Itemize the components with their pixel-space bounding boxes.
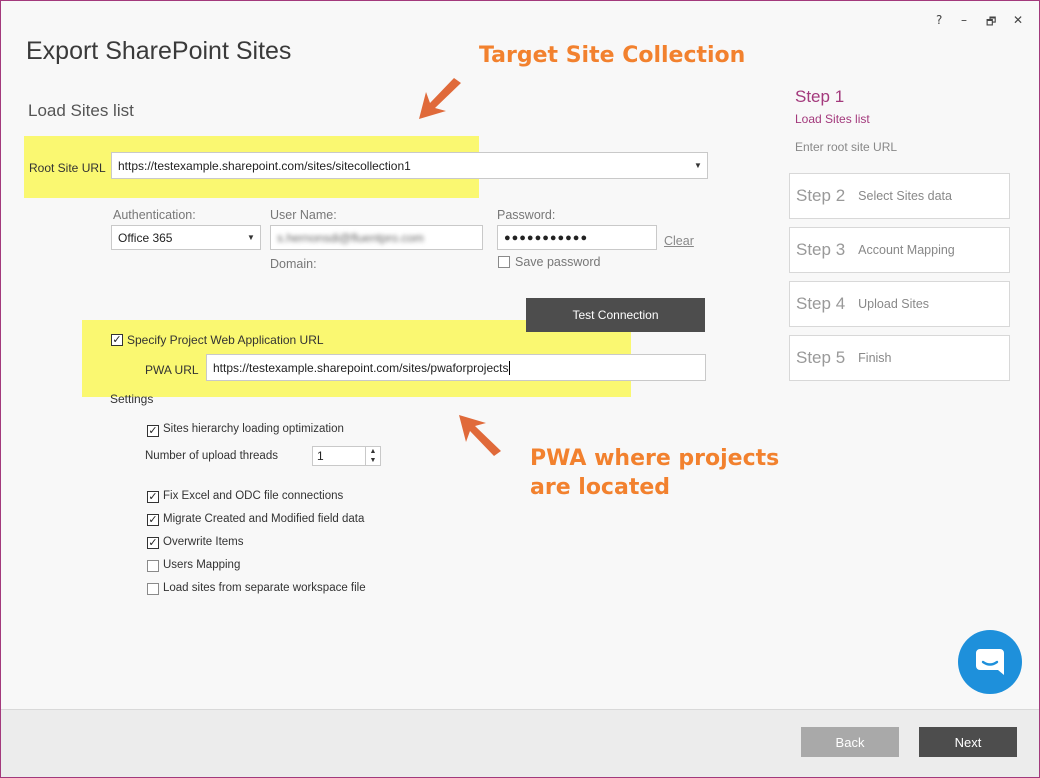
step-current-number: Step 1	[795, 87, 845, 106]
clear-link[interactable]: Clear	[664, 234, 694, 248]
annotation-arrow-up-left-icon	[459, 415, 501, 456]
restore-icon[interactable]: 🗗	[986, 13, 996, 32]
step-number: Step 2	[796, 186, 846, 205]
step-name: Upload Sites	[858, 297, 930, 311]
back-button[interactable]: Back	[801, 727, 899, 757]
hierarchy-opt-checkbox[interactable]: ✓	[147, 425, 159, 437]
next-button[interactable]: Next	[919, 727, 1017, 757]
load-workspace-checkbox[interactable]	[147, 583, 159, 595]
domain-label: Domain:	[270, 257, 317, 271]
pwa-checkbox-label: Specify Project Web Application URL	[127, 333, 324, 347]
overwrite-label: Overwrite Items	[163, 536, 244, 548]
threads-value: 1	[317, 449, 324, 463]
step-item-5[interactable]: Step 5 Finish	[789, 335, 1010, 381]
text-caret	[509, 360, 511, 375]
chevron-down-icon[interactable]: ▼	[242, 226, 260, 249]
save-password-label: Save password	[515, 255, 601, 269]
step-item-3[interactable]: Step 3 Account Mapping	[789, 227, 1010, 273]
auth-value: Office 365	[118, 230, 173, 245]
annotation-pwa-line1: PWA where projects	[530, 446, 780, 471]
password-label: Password:	[497, 208, 556, 222]
chevron-down-icon[interactable]: ▼	[689, 153, 707, 178]
password-input[interactable]: ●●●●●●●●●●●	[497, 225, 657, 250]
page-title: Export SharePoint Sites	[26, 37, 292, 65]
fix-excel-label: Fix Excel and ODC file connections	[163, 490, 344, 502]
step-number: Step 4	[796, 294, 846, 313]
stepper-down-icon[interactable]: ▼	[370, 457, 377, 464]
hierarchy-opt-label: Sites hierarchy loading optimization	[163, 423, 344, 435]
chat-widget-button[interactable]	[958, 630, 1022, 694]
stepper-arrows[interactable]: ▲ ▼	[365, 447, 380, 465]
annotation-pwa: PWA where projects are located	[530, 444, 779, 502]
root-url-label: Root Site URL	[29, 161, 106, 175]
step-current-name: Load Sites list	[795, 112, 870, 126]
export-window: ? – 🗗 ✕ Export SharePoint Sites Load Sit…	[0, 0, 1040, 778]
users-mapping-label: Users Mapping	[163, 559, 241, 571]
settings-heading: Settings	[110, 392, 154, 406]
pwa-url-input[interactable]: https://testexample.sharepoint.com/sites…	[206, 354, 706, 381]
step-item-2[interactable]: Step 2 Select Sites data	[789, 173, 1010, 219]
pwa-url-label: PWA URL	[145, 363, 199, 377]
username-input[interactable]: s.hernonsdi@fluentpro.com	[270, 225, 483, 250]
pwa-checkbox[interactable]: ✓	[111, 334, 123, 346]
annotation-target-site: Target Site Collection	[479, 43, 746, 68]
close-icon[interactable]: ✕	[1013, 13, 1023, 27]
step-number: Step 3	[796, 240, 846, 259]
threads-label: Number of upload threads	[145, 450, 278, 462]
root-url-value: https://testexample.sharepoint.com/sites…	[118, 158, 411, 173]
step-current-hint: Enter root site URL	[795, 140, 898, 154]
threads-stepper[interactable]: 1 ▲ ▼	[312, 446, 381, 466]
chat-bubble-icon	[976, 649, 1004, 675]
username-label: User Name:	[270, 208, 337, 222]
auth-label: Authentication:	[113, 208, 196, 222]
step-item-4[interactable]: Step 4 Upload Sites	[789, 281, 1010, 327]
pwa-url-value: https://testexample.sharepoint.com/sites…	[213, 360, 509, 375]
page-subtitle: Load Sites list	[28, 101, 134, 120]
step-name: Account Mapping	[858, 243, 955, 257]
users-mapping-checkbox[interactable]	[147, 560, 159, 572]
step-name: Finish	[858, 351, 892, 365]
password-value: ●●●●●●●●●●●	[504, 231, 589, 244]
annotation-pwa-line2: are located	[530, 475, 671, 500]
fix-excel-checkbox[interactable]: ✓	[147, 491, 159, 503]
annotation-arrow-down-left-icon	[419, 78, 461, 119]
step-number: Step 5	[796, 348, 846, 367]
username-value: s.hernonsdi@fluentpro.com	[277, 230, 424, 245]
step-name: Select Sites data	[858, 189, 952, 203]
stepper-up-icon[interactable]: ▲	[370, 448, 377, 455]
root-url-dropdown[interactable]: https://testexample.sharepoint.com/sites…	[111, 152, 708, 179]
minimize-icon[interactable]: –	[961, 13, 967, 27]
test-connection-button[interactable]: Test Connection	[526, 298, 705, 332]
save-password-checkbox[interactable]	[498, 256, 510, 268]
help-icon[interactable]: ?	[936, 13, 942, 27]
load-workspace-label: Load sites from separate workspace file	[163, 582, 366, 594]
migrate-created-checkbox[interactable]: ✓	[147, 514, 159, 526]
migrate-created-label: Migrate Created and Modified field data	[163, 513, 365, 525]
auth-dropdown[interactable]: Office 365 ▼	[111, 225, 261, 250]
overwrite-checkbox[interactable]: ✓	[147, 537, 159, 549]
